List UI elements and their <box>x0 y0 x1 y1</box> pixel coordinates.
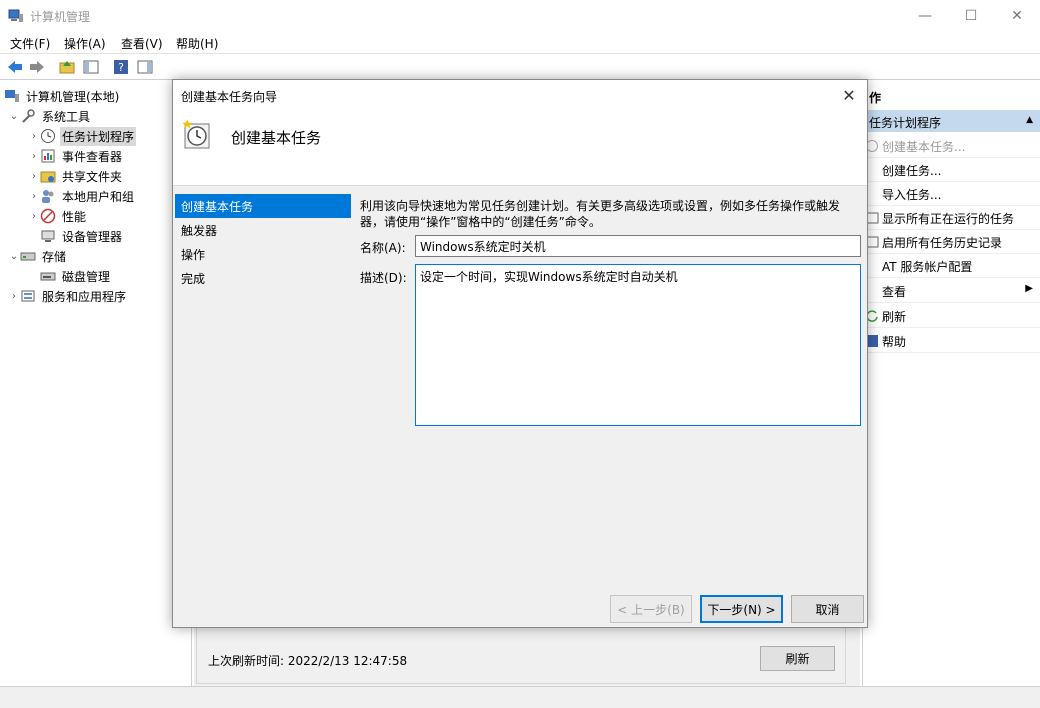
refresh-button[interactable]: 刷新 <box>760 646 835 671</box>
chevron-right-icon[interactable]: › <box>28 146 40 166</box>
actions-header: 作 <box>869 91 882 105</box>
device-manager-icon <box>41 230 55 242</box>
chevron-down-icon[interactable]: ⌄ <box>8 106 20 126</box>
action-at-service-account[interactable]: AT 服务帐户配置 <box>863 254 1040 278</box>
tree-item-task-scheduler[interactable]: › 任务计划程序 <box>28 126 137 146</box>
tree-item-services-apps[interactable]: › 服务和应用程序 <box>8 286 128 306</box>
actions-pane: 作 任务计划程序 ▲ 创建基本任务... 创建任务... 导入任务... 显示所… <box>862 84 1040 686</box>
step-trigger[interactable]: 触发器 <box>175 218 351 242</box>
performance-icon <box>40 208 56 224</box>
tree-item-performance[interactable]: › 性能 <box>28 206 88 226</box>
wizard-steps: 创建基本任务 触发器 操作 完成 <box>175 194 351 290</box>
collapse-up-icon[interactable]: ▲ <box>1026 115 1033 125</box>
main-titlebar: 计算机管理 — ☐ ✕ <box>0 0 1040 32</box>
last-refresh-text: 上次刷新时间: 2022/2/13 12:47:58 <box>208 654 408 668</box>
chevron-right-icon[interactable]: › <box>28 166 40 186</box>
maximize-button[interactable]: ☐ <box>948 0 994 32</box>
up-folder-icon[interactable] <box>58 58 76 76</box>
chevron-down-icon[interactable]: ⌄ <box>8 246 20 266</box>
forward-arrow-icon[interactable] <box>28 58 46 76</box>
shared-folder-icon <box>40 171 56 183</box>
event-viewer-icon <box>41 149 55 163</box>
menu-file[interactable]: 文件(F) <box>10 35 50 52</box>
task-clock-icon <box>182 119 210 149</box>
show-hide-action-pane-icon[interactable] <box>136 58 154 76</box>
menu-action[interactable]: 操作(A) <box>64 35 106 52</box>
tree-item-storage[interactable]: ⌄ 存储 <box>8 246 68 266</box>
actions-section-task-scheduler[interactable]: 任务计划程序 ▲ <box>863 110 1040 132</box>
step-finish[interactable]: 完成 <box>175 266 351 290</box>
submenu-arrow-icon: ▶ <box>1025 283 1033 294</box>
chevron-right-icon[interactable]: › <box>28 126 40 146</box>
show-hide-tree-icon[interactable] <box>82 58 100 76</box>
clock-icon <box>41 129 55 143</box>
computer-management-icon <box>8 9 23 22</box>
help-icon[interactable]: ? <box>112 58 130 76</box>
next-button[interactable]: 下一步(N) > <box>700 595 783 623</box>
tools-icon <box>22 109 35 123</box>
action-enable-history[interactable]: 启用所有任务历史记录 <box>863 230 1040 254</box>
close-button[interactable]: ✕ <box>994 0 1040 32</box>
users-icon <box>42 190 54 203</box>
tree-item-disk-management[interactable]: 磁盘管理 <box>40 266 112 286</box>
description-input[interactable]: 设定一个时间，实现Windows系统定时自动关机 <box>415 264 861 426</box>
back-button[interactable]: < 上一步(B) <box>610 595 692 623</box>
chevron-right-icon[interactable]: › <box>28 186 40 206</box>
action-create-basic-task[interactable]: 创建基本任务... <box>863 134 1040 158</box>
menu-bar: 文件(F) 操作(A) 查看(V) 帮助(H) <box>0 32 1040 54</box>
action-show-running-tasks[interactable]: 显示所有正在运行的任务 <box>863 206 1040 230</box>
minimize-button[interactable]: — <box>902 0 948 32</box>
tree-item-shared-folders[interactable]: › 共享文件夹 <box>28 166 124 186</box>
action-view[interactable]: 查看 ▶ <box>863 279 1040 303</box>
cancel-button[interactable]: 取消 <box>791 595 864 623</box>
wizard-description: 利用该向导快速地为常见任务创建计划。有关更多高级选项或设置，例如多任务操作或触发… <box>360 199 841 229</box>
create-basic-task-wizard: 创建基本任务向导 ✕ 创建基本任务 创建基本任务 触发器 操作 完成 利用该向导… <box>172 79 868 628</box>
chevron-right-icon[interactable]: › <box>8 286 20 306</box>
menu-help[interactable]: 帮助(H) <box>176 35 218 52</box>
step-create-basic-task[interactable]: 创建基本任务 <box>175 194 351 218</box>
tree-item-local-users[interactable]: › 本地用户和组 <box>28 186 136 206</box>
action-refresh[interactable]: 刷新 <box>863 304 1040 328</box>
description-label: 描述(D): <box>360 271 407 285</box>
back-arrow-icon[interactable] <box>6 58 24 76</box>
dialog-close-button[interactable]: ✕ <box>835 82 863 108</box>
computer-management-icon <box>5 90 19 102</box>
tree-item-event-viewer[interactable]: › 事件查看器 <box>28 146 124 166</box>
action-create-task[interactable]: 创建任务... <box>863 158 1040 182</box>
toolbar: ? <box>0 55 1040 80</box>
dialog-titlebar: 创建基本任务向导 ✕ <box>173 80 867 110</box>
svg-text:?: ? <box>118 61 124 74</box>
name-input[interactable] <box>415 235 861 257</box>
storage-icon <box>20 252 36 261</box>
tree-item-system-tools[interactable]: ⌄ 系统工具 <box>8 106 92 126</box>
status-bar <box>0 686 1040 708</box>
services-icon <box>21 290 35 302</box>
dialog-title: 创建基本任务向导 <box>181 90 278 104</box>
dialog-header-title: 创建基本任务 <box>231 129 322 147</box>
action-import-task[interactable]: 导入任务... <box>863 182 1040 206</box>
dialog-header: 创建基本任务 <box>173 110 867 186</box>
menu-view[interactable]: 查看(V) <box>121 35 163 52</box>
tree-item-device-manager[interactable]: 设备管理器 <box>40 226 124 246</box>
window-title: 计算机管理 <box>30 10 91 24</box>
disk-icon <box>40 272 56 281</box>
tree-item-root[interactable]: 计算机管理(本地) <box>4 86 121 106</box>
step-action[interactable]: 操作 <box>175 242 351 266</box>
action-help[interactable]: 帮助 <box>863 329 1040 353</box>
name-label: 名称(A): <box>360 241 406 255</box>
chevron-right-icon[interactable]: › <box>28 206 40 226</box>
navigation-tree: 计算机管理(本地) ⌄ 系统工具 › 任务计划程序 › 事件查看器 › 共享文件… <box>0 84 192 686</box>
